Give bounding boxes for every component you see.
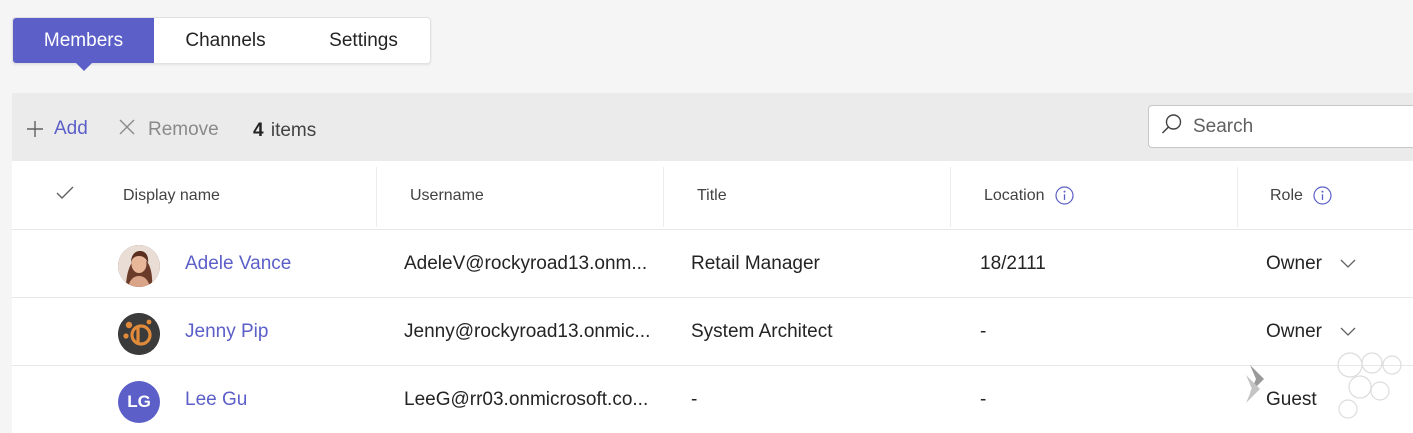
display-name-link[interactable]: Jenny Pip bbox=[185, 298, 268, 366]
search-box[interactable] bbox=[1148, 105, 1413, 148]
column-header-label: Location bbox=[984, 186, 1045, 204]
column-header-label: Role bbox=[1270, 186, 1303, 204]
checkmark-icon bbox=[56, 186, 74, 205]
column-header-label: Username bbox=[410, 186, 484, 204]
add-button-label: Add bbox=[54, 118, 88, 139]
remove-button-label: Remove bbox=[148, 119, 219, 140]
decorative-watermark-icon bbox=[1240, 345, 1413, 433]
role-value: Owner bbox=[1266, 321, 1322, 342]
location-cell: - bbox=[980, 321, 987, 342]
members-table: Display name Username Title Location Rol… bbox=[12, 161, 1413, 433]
title-cell: Retail Manager bbox=[691, 253, 820, 274]
chevron-down-icon bbox=[1340, 259, 1356, 269]
close-icon bbox=[118, 118, 136, 142]
avatar bbox=[118, 313, 160, 355]
column-header-username[interactable]: Username bbox=[410, 161, 484, 230]
remove-button[interactable]: Remove bbox=[118, 118, 219, 142]
username-cell: Jenny@rockyroad13.onmic... bbox=[404, 321, 651, 342]
column-header-location[interactable]: Location bbox=[984, 161, 1074, 230]
username-cell: LeeG@rr03.onmicrosoft.co... bbox=[404, 389, 649, 410]
column-header-title[interactable]: Title bbox=[697, 161, 727, 230]
title-cell: System Architect bbox=[691, 321, 833, 342]
column-header-label: Display name bbox=[123, 186, 220, 204]
members-toolbar: Add Remove 4 items bbox=[12, 93, 1413, 161]
location-cell: 18/2111 bbox=[980, 253, 1046, 274]
item-count-suffix: items bbox=[270, 120, 317, 141]
item-count-number: 4 bbox=[253, 120, 264, 141]
tab-settings[interactable]: Settings bbox=[297, 18, 430, 63]
table-row[interactable]: Jenny Pip Jenny@rockyroad13.onmic... Sys… bbox=[12, 298, 1413, 366]
role-value: Owner bbox=[1266, 253, 1322, 274]
column-divider[interactable] bbox=[1237, 167, 1238, 227]
tab-channels[interactable]: Channels bbox=[154, 18, 297, 63]
role-dropdown[interactable]: Owner bbox=[1266, 230, 1356, 298]
username-cell: AdeleV@rockyroad13.onm... bbox=[404, 253, 648, 274]
select-all-checkbox[interactable] bbox=[56, 161, 74, 230]
plus-icon bbox=[26, 119, 44, 139]
table-row[interactable]: Adele Vance AdeleV@rockyroad13.onm... Re… bbox=[12, 230, 1413, 298]
avatar bbox=[118, 245, 160, 287]
location-cell: - bbox=[980, 389, 987, 410]
item-count: 4 items bbox=[253, 120, 316, 142]
display-name-link[interactable]: Adele Vance bbox=[185, 230, 291, 298]
column-header-role[interactable]: Role bbox=[1270, 161, 1332, 230]
table-row[interactable]: LG Lee Gu LeeG@rr03.onmicrosoft.co... - … bbox=[12, 366, 1413, 433]
tab-bar: Members Channels Settings bbox=[12, 17, 431, 71]
display-name-link[interactable]: Lee Gu bbox=[185, 366, 247, 433]
table-header: Display name Username Title Location Rol… bbox=[12, 161, 1413, 230]
column-header-label: Title bbox=[697, 186, 727, 204]
search-input[interactable] bbox=[1193, 115, 1393, 138]
tab-members[interactable]: Members bbox=[13, 18, 154, 71]
info-icon[interactable] bbox=[1054, 186, 1074, 205]
chevron-down-icon bbox=[1340, 327, 1356, 337]
info-icon[interactable] bbox=[1313, 186, 1332, 205]
column-header-display-name[interactable]: Display name bbox=[123, 161, 220, 230]
column-divider[interactable] bbox=[376, 167, 377, 227]
title-cell: - bbox=[691, 389, 698, 410]
avatar: LG bbox=[118, 381, 160, 423]
search-icon bbox=[1161, 113, 1183, 140]
column-divider[interactable] bbox=[950, 167, 951, 227]
add-button[interactable]: Add bbox=[26, 118, 88, 140]
column-divider[interactable] bbox=[663, 167, 664, 227]
